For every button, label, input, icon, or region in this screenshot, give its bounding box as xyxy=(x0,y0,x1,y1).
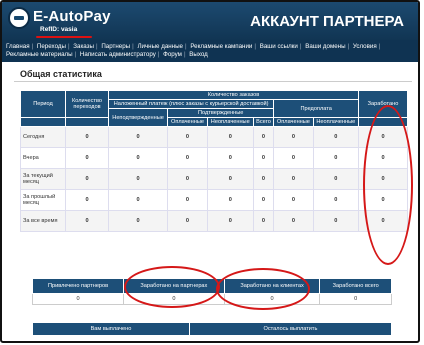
annotation-circle-earned xyxy=(363,105,413,265)
col-cod: Наложенный платеж (плюс заказы с курьерс… xyxy=(107,99,275,109)
prepay-unpaid-value: 0 xyxy=(312,126,360,148)
prepay-unpaid-value: 0 xyxy=(312,147,360,169)
unconfirmed-value: 0 xyxy=(107,126,169,148)
nav-item-your-domains[interactable]: Ваши домены xyxy=(305,43,345,51)
prepay-paid-value: 0 xyxy=(273,126,314,148)
table-row: Сегодня 0 0 0 0 0 0 0 0 xyxy=(20,126,408,148)
main-nav: Главная | Переходы | Заказы | Партнеры | Лич… xyxy=(2,40,418,62)
paid-value: 0 xyxy=(167,126,208,148)
stats-title: Общая статистика xyxy=(20,69,102,79)
period-label: Вчера xyxy=(20,147,66,169)
unpaid-value: 0 xyxy=(206,126,254,148)
summary-header-partners: Привлечено партнеров xyxy=(31,278,125,294)
nav-item-your-links[interactable]: Ваши ссылки xyxy=(260,43,298,51)
nav-item-ad-materials[interactable]: Рекламные материалы xyxy=(6,51,73,59)
nav-item-orders[interactable]: Заказы xyxy=(73,43,94,51)
paid-value: 0 xyxy=(167,189,208,211)
prepay-paid-value: 0 xyxy=(273,189,314,211)
col-cod-total: Всего xyxy=(252,117,275,127)
annotation-circle-partners xyxy=(124,266,220,308)
col-prepay: Предоплата xyxy=(273,99,359,118)
total-value: 0 xyxy=(252,189,275,211)
nav-item-logout[interactable]: Выход xyxy=(189,51,208,59)
total-value: 0 xyxy=(252,147,275,169)
transitions-value: 0 xyxy=(65,147,109,169)
prepay-paid-value: 0 xyxy=(273,147,314,169)
table-row: Вчера 0 0 0 0 0 0 0 0 xyxy=(20,147,408,169)
col-unconfirmed: Неподтвержденные xyxy=(107,108,169,127)
nav-item-transitions[interactable]: Переходы xyxy=(37,43,66,51)
unpaid-value: 0 xyxy=(206,168,254,190)
payouts-table: Вам выплачено Осталось выплатить xyxy=(32,322,393,336)
table-row: За текущий месяц 0 0 0 0 0 0 0 0 xyxy=(20,168,408,190)
nav-item-write-admin[interactable]: Написать администратору xyxy=(80,51,156,59)
divider xyxy=(14,81,412,82)
col-period-sub xyxy=(20,117,66,127)
nav-item-personal-data[interactable]: Личные данные xyxy=(137,43,183,51)
nav-item-forum[interactable]: Форум xyxy=(163,51,182,59)
total-value: 0 xyxy=(252,168,275,190)
nav-item-conditions[interactable]: Условия xyxy=(353,43,377,51)
summary-value-earned-total: 0 xyxy=(319,293,392,305)
period-label: Сегодня xyxy=(20,126,66,148)
brand-logo[interactable]: E-AutoPay xyxy=(33,8,111,25)
unpaid-value: 0 xyxy=(206,189,254,211)
period-label: За все время xyxy=(20,210,66,232)
page-title: АККАУНТ ПАРТНЕРА xyxy=(250,13,404,30)
transitions-value: 0 xyxy=(65,189,109,211)
col-cod-unpaid: Неоплаченные xyxy=(206,117,254,127)
summary-header-earned-total: Заработано всего xyxy=(319,278,392,294)
prepay-unpaid-value: 0 xyxy=(312,189,360,211)
unpaid-value: 0 xyxy=(206,147,254,169)
period-label: За прошлый месяц xyxy=(20,189,66,211)
payout-header-paid: Вам выплачено xyxy=(32,322,190,336)
refid-label: RefID: vasia xyxy=(35,26,93,38)
unconfirmed-value: 0 xyxy=(107,147,169,169)
app-frame: E-AutoPay RefID: vasia АККАУНТ ПАРТНЕРА … xyxy=(0,0,420,343)
transitions-value: 0 xyxy=(65,210,109,232)
transitions-value: 0 xyxy=(65,126,109,148)
nav-item-partners[interactable]: Партнеры xyxy=(101,43,130,51)
col-confirmed: Подтвержденные xyxy=(167,108,275,118)
nav-item-home[interactable]: Главная xyxy=(6,43,30,51)
header: E-AutoPay RefID: vasia АККАУНТ ПАРТНЕРА xyxy=(2,2,418,40)
col-prepay-paid: Оплаченные xyxy=(273,117,314,127)
prepay-paid-value: 0 xyxy=(273,210,314,232)
table-row: За все время 0 0 0 0 0 0 0 0 xyxy=(20,210,408,232)
col-orders-count: Количество заказов xyxy=(108,90,359,100)
summary-value-partners: 0 xyxy=(31,293,125,305)
table-row: За прошлый месяц 0 0 0 0 0 0 0 0 xyxy=(20,189,408,211)
payout-header-remaining: Осталось выплатить xyxy=(188,322,393,336)
paid-value: 0 xyxy=(167,210,208,232)
transitions-value: 0 xyxy=(65,168,109,190)
prepay-unpaid-value: 0 xyxy=(312,210,360,232)
col-transitions: Количество переходов xyxy=(65,90,109,118)
paid-value: 0 xyxy=(167,168,208,190)
total-value: 0 xyxy=(252,126,275,148)
total-value: 0 xyxy=(252,210,275,232)
prepay-unpaid-value: 0 xyxy=(312,168,360,190)
nav-item-ad-campaigns[interactable]: Рекламные кампании xyxy=(190,43,252,51)
col-period: Период xyxy=(20,90,66,118)
period-label: За текущий месяц xyxy=(20,168,66,190)
logo-icon xyxy=(8,7,30,29)
prepay-paid-value: 0 xyxy=(273,168,314,190)
stats-table: Период Количество переходов Количество з… xyxy=(20,90,408,232)
annotation-circle-clients xyxy=(216,268,310,310)
unconfirmed-value: 0 xyxy=(107,189,169,211)
paid-value: 0 xyxy=(167,147,208,169)
col-transitions-sub xyxy=(65,117,109,127)
unconfirmed-value: 0 xyxy=(107,210,169,232)
unpaid-value: 0 xyxy=(206,210,254,232)
col-cod-paid: Оплаченные xyxy=(167,117,208,127)
unconfirmed-value: 0 xyxy=(107,168,169,190)
col-prepay-unpaid: Неоплаченные xyxy=(312,117,360,127)
